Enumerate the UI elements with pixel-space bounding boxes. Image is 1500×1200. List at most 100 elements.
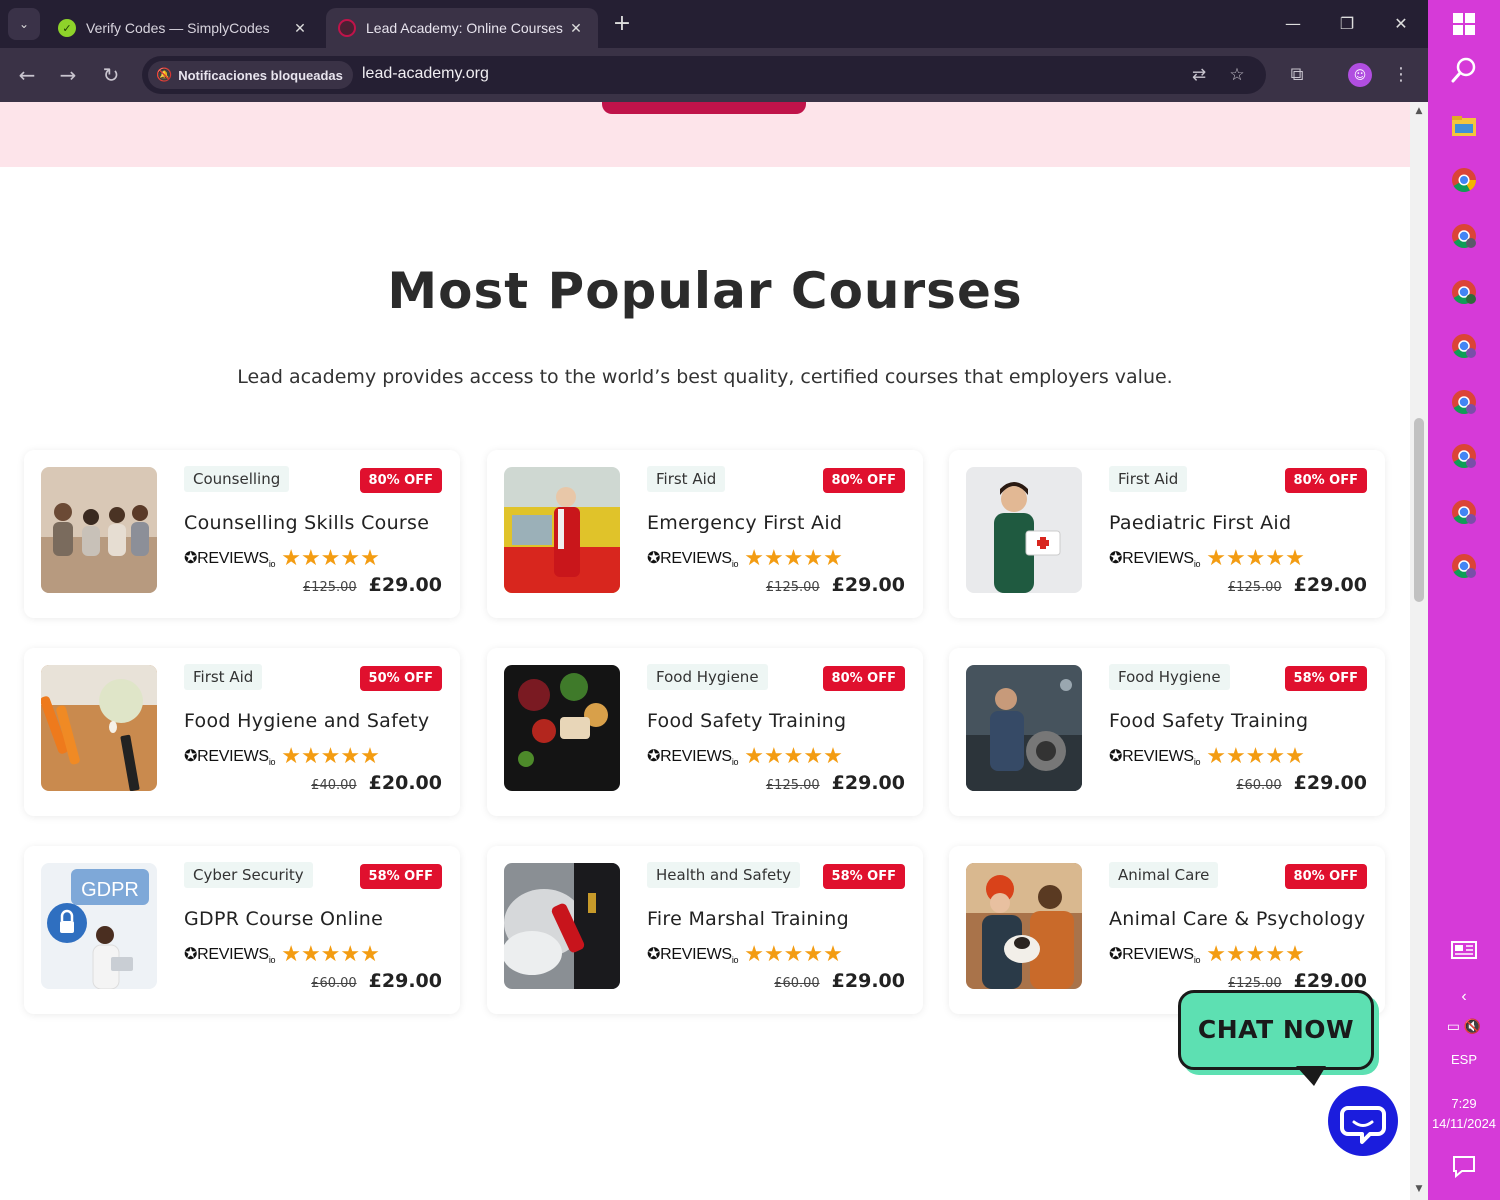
course-title[interactable]: Animal Care & Psychology [1109,908,1365,930]
category-tag[interactable]: Animal Care [1109,862,1219,888]
close-tab-icon[interactable]: ✕ [566,20,586,37]
browser-tab-bar: ⌄ ✓ Verify Codes — SimplyCodes ✕ Lead Ac… [0,0,1428,48]
url-text[interactable]: lead-academy.org [362,65,489,83]
course-title[interactable]: GDPR Course Online [184,908,383,930]
site-info-chip[interactable]: 🔕 Notificaciones bloqueadas [148,61,353,89]
tab-lead-academy[interactable]: Lead Academy: Online Courses ✕ [326,8,598,48]
chat-launcher-button[interactable] [1328,1086,1398,1156]
course-title[interactable]: Paediatric First Aid [1109,512,1291,534]
course-thumbnail-counselling[interactable] [41,467,157,593]
course-thumbnail-fire-marshal[interactable] [504,863,620,989]
course-thumbnail-food-hygiene[interactable] [41,665,157,791]
category-tag[interactable]: Counselling [184,466,290,492]
chat-bubble-tail [1296,1066,1326,1086]
category-tag[interactable]: Food Hygiene [1109,664,1230,690]
old-price: £125.00 [765,778,820,793]
forward-arrow-icon[interactable]: → [53,60,83,90]
category-tag[interactable]: Health and Safety [647,862,800,888]
star-rating-icon: ★★★★★ [281,546,380,571]
chrome-icon[interactable] [1450,166,1478,194]
menu-kebab-icon[interactable]: ⋮ [1388,62,1414,88]
chat-speech-icon [1340,1106,1386,1144]
reviews-io-logo: ✪REVIEWSio [647,945,739,966]
chat-now-bubble[interactable]: CHAT NOW [1178,990,1374,1070]
chrome-profile-icon[interactable] [1450,278,1478,306]
chrome-profile-icon[interactable] [1450,222,1478,250]
reviews-suffix: io [731,559,739,570]
course-card[interactable]: Food Hygiene 80% OFF Food Safety Trainin… [487,648,923,816]
course-thumbnail-food-safety[interactable] [504,665,620,791]
reviews-io-logo: ✪REVIEWSio [1109,747,1201,768]
course-card[interactable]: First Aid 80% OFF Emergency First Aid ✪R… [487,450,923,618]
course-title[interactable]: Food Hygiene and Safety [184,710,429,732]
language-indicator[interactable]: ESP [1428,1052,1500,1067]
close-tab-icon[interactable]: ✕ [290,20,310,37]
extensions-puzzle-icon[interactable]: ⧉ [1284,62,1310,88]
course-card[interactable]: GDPR Cyber Security 58% OFF GDPR Course … [24,846,460,1014]
chrome-profile-icon[interactable] [1450,552,1478,580]
category-tag[interactable]: Food Hygiene [647,664,768,690]
course-thumbnail-food-safety-workshop[interactable] [966,665,1082,791]
bookmark-star-icon[interactable]: ☆ [1226,64,1248,86]
reviews-brand: REVIEWS [197,747,269,765]
course-card[interactable]: Animal Care 80% OFF Animal Care & Psycho… [949,846,1385,1014]
course-card[interactable]: Counselling 80% OFF Counselling Skills C… [24,450,460,618]
news-widget-icon[interactable] [1450,936,1478,964]
clock-date[interactable]: 14/11/2024 [1428,1116,1500,1131]
reload-icon[interactable]: ↻ [96,60,126,90]
course-card[interactable]: First Aid 80% OFF Paediatric First Aid ✪… [949,450,1385,618]
course-thumbnail-animal-care[interactable] [966,863,1082,989]
current-price: £29.00 [831,772,905,794]
lead-academy-favicon-icon [338,19,356,37]
reviews-brand: REVIEWS [660,945,732,963]
tab-verify-codes[interactable]: ✓ Verify Codes — SimplyCodes ✕ [46,8,322,48]
course-title[interactable]: Food Safety Training [1109,710,1308,732]
course-title[interactable]: Counselling Skills Course [184,512,429,534]
chrome-profile-icon[interactable] [1450,442,1478,470]
discount-badge: 80% OFF [359,468,442,493]
category-tag[interactable]: First Aid [184,664,263,690]
tab-search-chevron-icon[interactable]: ⌄ [8,8,40,40]
category-tag[interactable]: First Aid [1109,466,1188,492]
minimize-window-icon[interactable]: — [1278,10,1308,38]
new-tab-plus-icon[interactable]: + [608,10,636,38]
scrollbar-thumb[interactable] [1414,418,1424,602]
back-arrow-icon[interactable]: ← [12,60,42,90]
notifications-icon[interactable] [1450,1152,1478,1180]
chrome-profile-icon[interactable] [1450,498,1478,526]
price-block: £125.00 £29.00 [766,772,905,794]
scroll-up-arrow-icon[interactable]: ▲ [1413,106,1425,116]
course-thumbnail-gdpr[interactable]: GDPR [41,863,157,989]
restore-window-icon[interactable]: ❐ [1332,10,1362,38]
tray-chevron-icon[interactable]: ‹ [1428,988,1500,1006]
close-window-icon[interactable]: ✕ [1386,10,1416,38]
reviews-suffix: io [1193,559,1201,570]
course-title[interactable]: Food Safety Training [647,710,846,732]
category-tag[interactable]: Cyber Security [184,862,313,888]
translate-icon[interactable]: ⇄ [1188,64,1210,86]
file-explorer-icon[interactable] [1450,112,1478,140]
course-title[interactable]: Emergency First Aid [647,512,842,534]
address-bar[interactable]: 🔕 Notificaciones bloqueadas lead-academy… [142,56,1266,94]
scroll-down-arrow-icon[interactable]: ▼ [1413,1184,1425,1194]
search-icon[interactable] [1450,56,1478,84]
chrome-profile-icon[interactable] [1450,388,1478,416]
course-card[interactable]: Health and Safety 58% OFF Fire Marshal T… [487,846,923,1014]
network-volume-icons[interactable]: ▭ 🔇 [1428,1018,1500,1035]
clock-time[interactable]: 7:29 [1428,1096,1500,1111]
notifications-blocked-bell-icon: 🔕 [156,67,173,82]
course-card[interactable]: Food Hygiene 58% OFF Food Safety Trainin… [949,648,1385,816]
course-card[interactable]: First Aid 50% OFF Food Hygiene and Safet… [24,648,460,816]
reviews-io-logo: ✪REVIEWSio [647,549,739,570]
reviews-rating: ✪REVIEWSio ★★★★★ [647,546,843,571]
hero-button[interactable] [602,102,806,114]
course-thumbnail-emergency-first-aid[interactable] [504,467,620,593]
chrome-profile-icon[interactable] [1450,332,1478,360]
page-scrollbar[interactable]: ▲ ▼ [1410,102,1428,1200]
category-tag[interactable]: First Aid [647,466,726,492]
discount-badge: 50% OFF [359,666,442,691]
profile-avatar-icon[interactable]: ☺ [1348,63,1372,87]
windows-start-icon[interactable] [1450,10,1478,38]
course-thumbnail-paediatric-first-aid[interactable] [966,467,1082,593]
course-title[interactable]: Fire Marshal Training [647,908,849,930]
